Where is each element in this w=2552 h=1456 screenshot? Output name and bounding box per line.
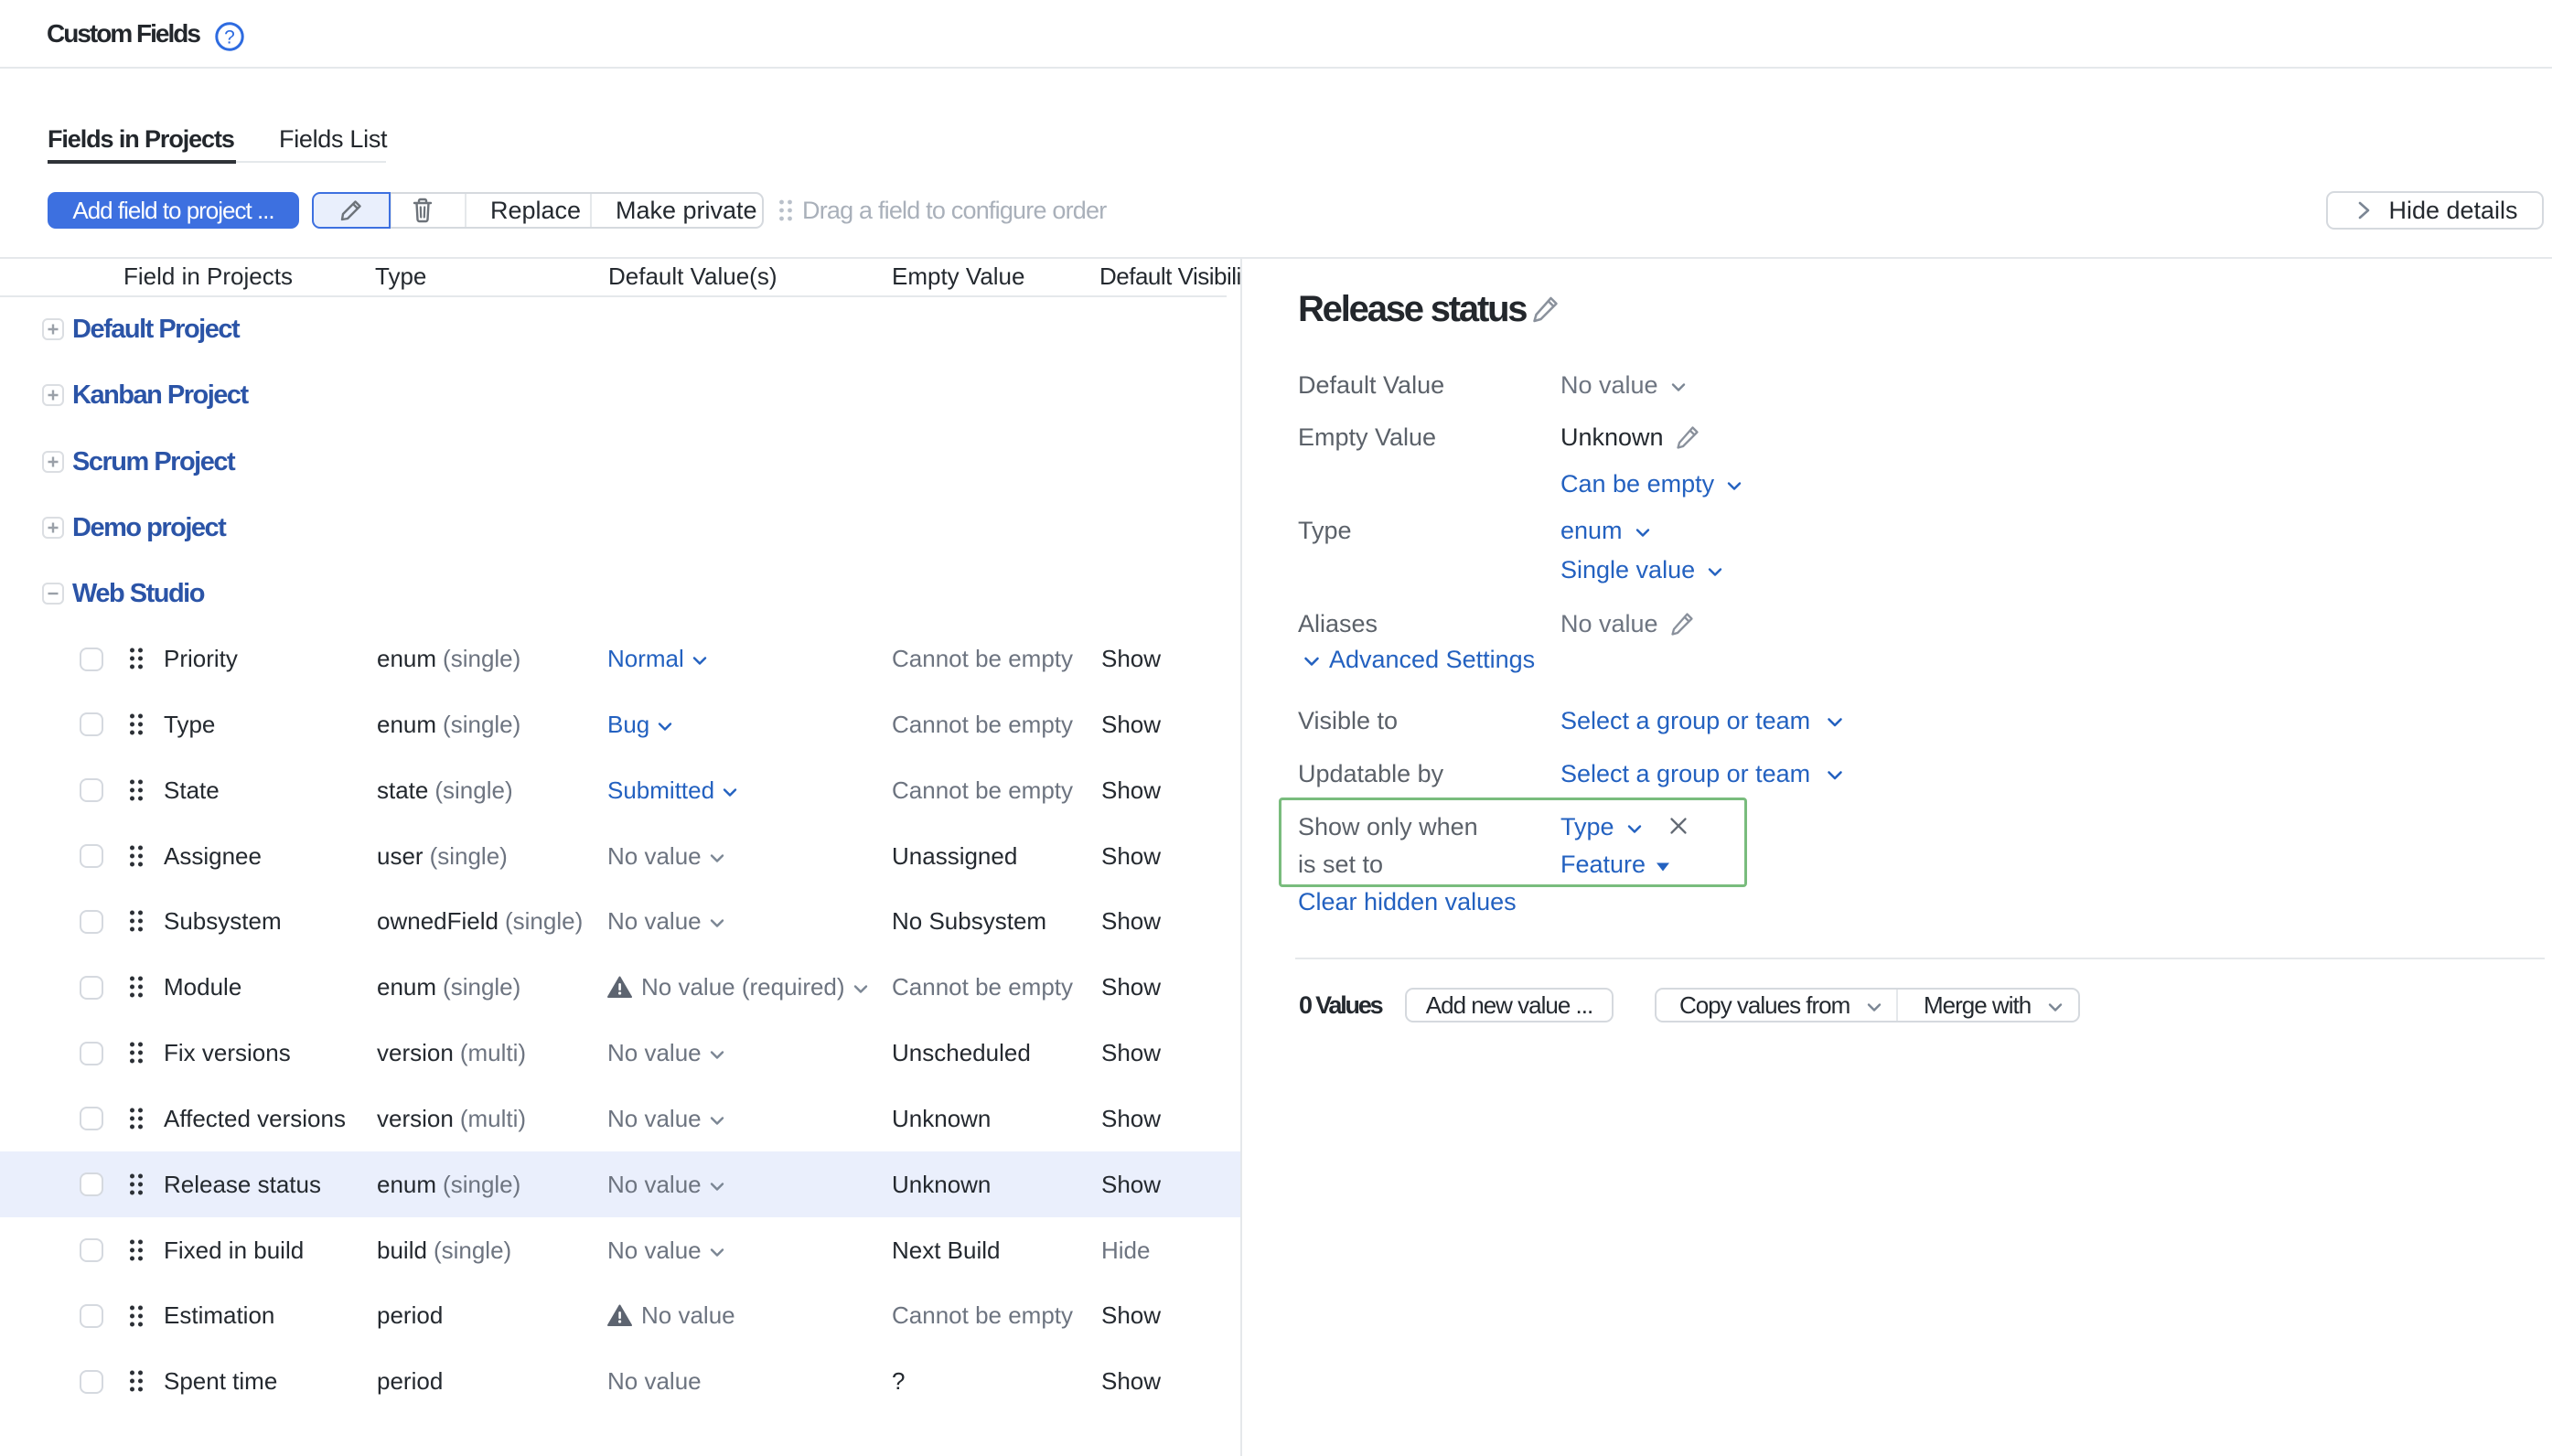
- svg-text:?: ?: [224, 27, 235, 48]
